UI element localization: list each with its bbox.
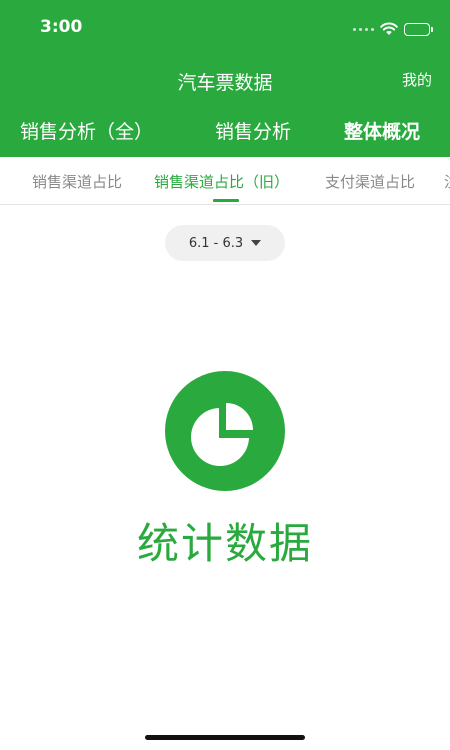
subtab-overflow[interactable]: 注 <box>444 171 450 192</box>
caret-down-icon <box>251 240 262 246</box>
page-title: 汽车票数据 <box>177 72 273 94</box>
sub-tabs: 销售渠道占比 销售渠道占比（旧） 支付渠道占比 注 <box>0 157 450 205</box>
subtab-payment-channel-ratio[interactable]: 支付渠道占比 <box>325 171 415 192</box>
date-range-selector[interactable]: 6.1 - 6.3 <box>165 225 285 261</box>
statistics-label: 统计数据 <box>136 519 313 568</box>
cellular-signal-icon <box>353 27 374 31</box>
wifi-icon <box>380 22 398 35</box>
active-tab-indicator <box>213 199 239 202</box>
status-time: 3:00 <box>40 17 83 37</box>
tab-sales-analysis-all[interactable]: 销售分析（全） <box>20 117 153 144</box>
tab-overview[interactable]: 整体概况 <box>344 117 420 144</box>
my-link[interactable]: 我的 <box>402 69 432 90</box>
nav-bar: 汽车票数据 我的 <box>0 56 450 102</box>
subtab-sales-channel-ratio[interactable]: 销售渠道占比 <box>32 171 122 192</box>
status-icons <box>353 20 433 38</box>
battery-icon <box>404 22 433 36</box>
tab-sales-analysis[interactable]: 销售分析 <box>215 117 291 144</box>
app-header: 3:00 汽车票数据 我的 销售分析（全） 销售分析 整体概况 <box>0 0 450 157</box>
subtab-sales-channel-ratio-old[interactable]: 销售渠道占比（旧） <box>154 171 289 192</box>
home-indicator <box>145 735 305 740</box>
date-range-label: 6.1 - 6.3 <box>188 235 244 251</box>
main-tabs: 销售分析（全） 销售分析 整体概况 <box>0 112 450 152</box>
pie-chart-icon <box>165 371 285 491</box>
status-bar: 3:00 <box>0 0 450 56</box>
